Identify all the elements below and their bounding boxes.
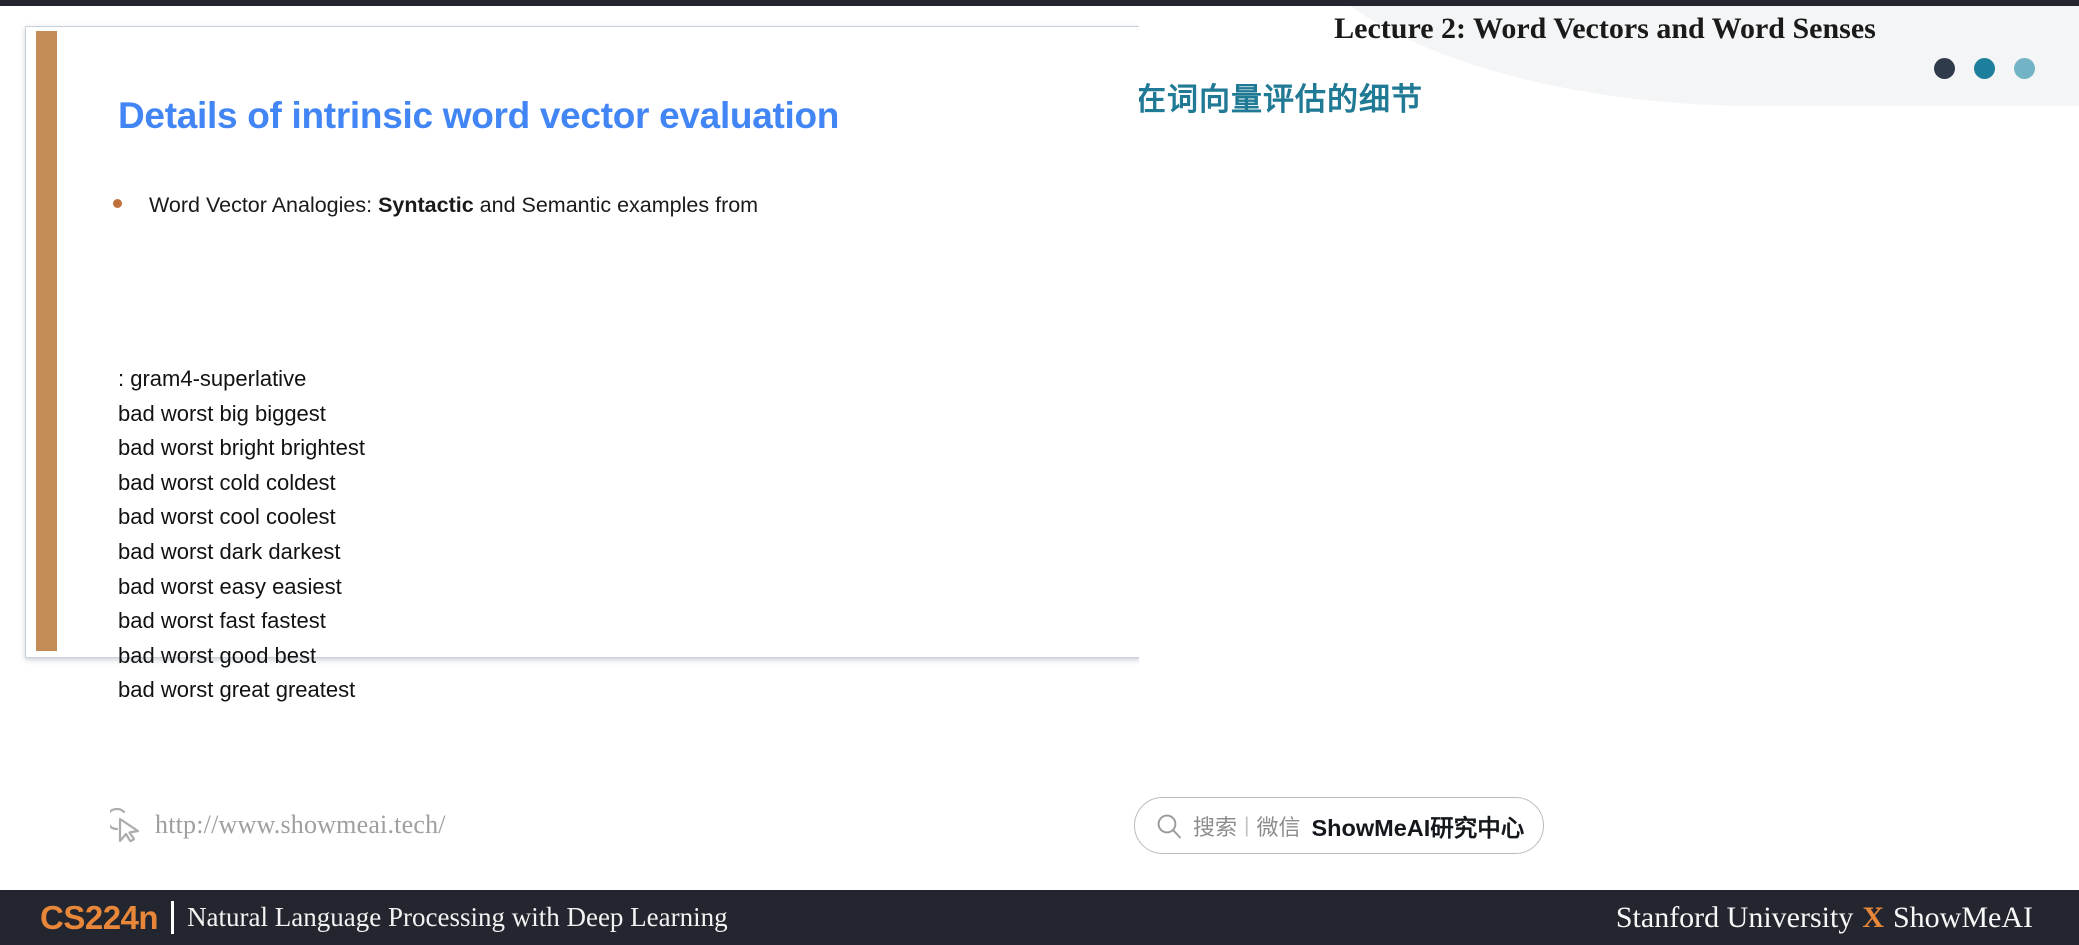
footer-bar: CS224n Natural Language Processing with … [0, 890, 2079, 945]
list-item: bad worst big biggest [118, 400, 326, 426]
decorative-dot-icon [1974, 58, 1995, 79]
list-item: bad worst easy easiest [118, 573, 342, 599]
search-placeholder-label: 搜索 [1193, 814, 1238, 840]
bullet-dot-icon [113, 199, 122, 208]
list-item: bad worst dark darkest [118, 538, 341, 564]
decorative-dot-icon [2014, 58, 2035, 79]
bullet-item-label: Word Vector Analogies: Syntactic and Sem… [149, 193, 758, 218]
search-channel-label: 微信 [1256, 814, 1301, 840]
bullet-text-bold: Syntactic [378, 193, 474, 217]
watermark-url: http://www.showmeai.tech/ [155, 810, 446, 839]
footer-divider [171, 901, 175, 934]
bullet-item: Word Vector Analogies: Syntactic and Sem… [113, 193, 1053, 218]
list-item: bad worst great greatest [118, 677, 356, 703]
page-title: Details of intrinsic word vector evaluat… [118, 95, 840, 136]
list-item: bad worst fast fastest [118, 608, 326, 634]
right-panel: Lecture 2: Word Vectors and Word Senses … [1139, 6, 2079, 890]
list-item: bad worst bright brightest [118, 435, 366, 461]
list-item: bad worst cool coolest [118, 504, 336, 530]
bullet-text-suffix: and Semantic examples from [473, 193, 759, 217]
footer-org-right-label: ShowMeAI [1893, 900, 2033, 934]
analogy-example-list: : gram4-superlative bad worst big bigges… [118, 362, 365, 708]
search-brand-label: ShowMeAI研究中心 [1311, 814, 1525, 841]
lecture-title: Lecture 2: Word Vectors and Word Senses [1334, 12, 1876, 45]
search-box[interactable]: 搜索 | 微信 ShowMeAI研究中心 [1134, 797, 1544, 854]
bullet-text-prefix: Word Vector Analogies: [149, 193, 379, 217]
search-divider: | [1244, 813, 1250, 837]
watermark: http://www.showmeai.tech/ [110, 808, 446, 842]
list-item: bad worst good best [118, 642, 317, 668]
course-code-label: CS224n [40, 898, 159, 936]
chinese-subtitle: 内在词向量评估的细节 [1139, 82, 1423, 117]
decorative-dot-row [1934, 58, 2035, 79]
footer-org-left-label: Stanford University [1615, 900, 1854, 934]
footer-course-info: CS224n Natural Language Processing with … [40, 890, 728, 945]
list-item: : gram4-superlative [118, 366, 307, 391]
cursor-arrow-icon [110, 808, 140, 842]
decorative-dot-icon [1934, 58, 1955, 79]
slide-accent-bar [36, 31, 57, 651]
footer-x-label: X [1862, 900, 1884, 934]
course-name-label: Natural Language Processing with Deep Le… [187, 902, 728, 932]
search-icon [1157, 814, 1181, 838]
footer-organizations: Stanford University X ShowMeAI [1616, 890, 2033, 945]
list-item: bad worst cold coldest [118, 469, 336, 495]
